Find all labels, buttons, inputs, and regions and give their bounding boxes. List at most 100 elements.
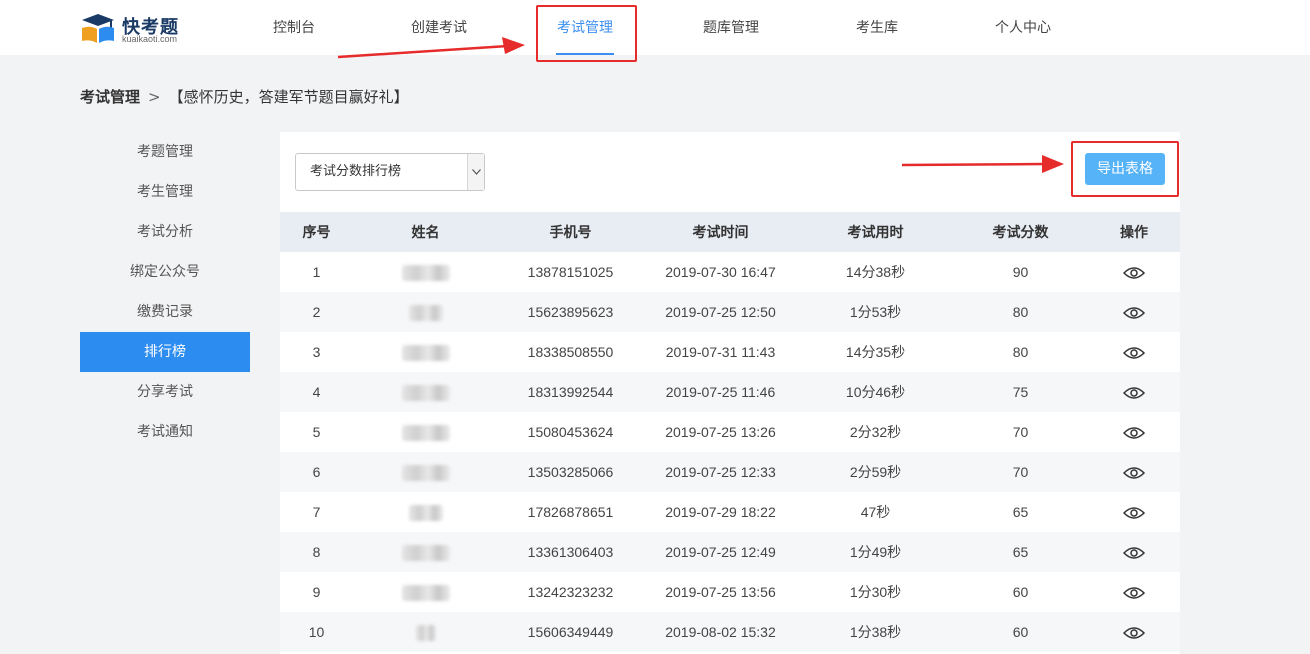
eye-icon[interactable]: [1123, 386, 1145, 400]
breadcrumb: 考试管理 > 【感怀历史，答建军节题目赢好礼】: [80, 86, 409, 107]
sidebar-item-leaderboard[interactable]: 排行榜: [80, 332, 250, 372]
cell-name: [353, 252, 498, 292]
eye-icon[interactable]: [1123, 306, 1145, 320]
table-row: 8 13361306403 2019-07-25 12:49 1分49秒 65: [280, 532, 1180, 572]
cell-actions: [1088, 532, 1180, 572]
cell-score: 65: [953, 532, 1088, 572]
cell-actions: [1088, 252, 1180, 292]
redacted-name: [415, 624, 436, 641]
cell-score: 65: [1012, 504, 1029, 520]
cell-duration: 1分49秒: [798, 532, 953, 572]
ranking-type-select[interactable]: 考试分数排行榜: [295, 153, 485, 191]
cell-score: 70: [953, 452, 1088, 492]
breadcrumb-root[interactable]: 考试管理: [80, 88, 140, 106]
cell-time: 2019-07-25 11:46: [643, 372, 798, 412]
column-header-phone: 手机号: [498, 212, 643, 252]
cell-score: 60: [953, 612, 1088, 652]
cell-time: 2019-07-25 13:56: [665, 584, 776, 600]
redacted-name: [408, 504, 443, 521]
cell-score: 80: [1012, 344, 1029, 360]
table-row: 3 18338508550 2019-07-31 11:43 14分35秒 80: [280, 332, 1180, 372]
export-table-button[interactable]: 导出表格: [1085, 153, 1165, 185]
nav-personal-center[interactable]: 个人中心: [994, 0, 1052, 55]
table-row: 6 13503285066 2019-07-25 12:33 2分59秒 70: [280, 452, 1180, 492]
cell-index: 8: [280, 532, 353, 572]
table-row: 5 15080453624 2019-07-25 13:26 2分32秒 70: [280, 412, 1180, 452]
table-row: 2 15623895623 2019-07-25 12:50 1分53秒 80: [280, 292, 1180, 332]
cell-phone: 13361306403: [498, 532, 643, 572]
eye-icon[interactable]: [1123, 266, 1145, 280]
nav-exam-management[interactable]: 考试管理: [556, 0, 614, 55]
cell-time: 2019-07-25 12:49: [643, 532, 798, 572]
redacted-name: [401, 544, 450, 561]
cell-time: 2019-07-25 13:26: [665, 424, 776, 440]
redacted-name: [401, 264, 450, 281]
table-row: 10 15606349449 2019-08-02 15:32 1分38秒 60: [280, 612, 1180, 652]
sidebar: 考题管理 考生管理 考试分析 绑定公众号 缴费记录 排行榜 分享考试 考试通知: [80, 132, 250, 452]
eye-icon[interactable]: [1123, 426, 1145, 440]
breadcrumb-current: 【感怀历史，答建军节题目赢好礼】: [168, 88, 409, 106]
column-header-score: 考试分数: [953, 212, 1088, 252]
cell-actions: [1088, 292, 1180, 332]
cell-phone: 15623895623: [498, 292, 643, 332]
cell-name: [353, 572, 498, 612]
top-header: 快考题 kuaikaoti.com 控制台 创建考试 考试管理 题库管理 考生库…: [0, 0, 1310, 55]
select-toggle[interactable]: [467, 154, 484, 190]
redacted-name: [401, 384, 450, 401]
cell-actions: [1088, 332, 1180, 372]
cell-name: [353, 532, 498, 572]
sidebar-item-share[interactable]: 分享考试: [80, 372, 250, 412]
chevron-down-icon: [472, 169, 481, 175]
sidebar-item-notification[interactable]: 考试通知: [80, 412, 250, 452]
redacted-name: [401, 584, 450, 601]
eye-icon[interactable]: [1123, 506, 1145, 520]
cell-index: 4: [280, 372, 353, 412]
table-row: 9 13242323232 2019-07-25 13:56 1分30秒 60: [280, 572, 1180, 612]
cell-duration: 14分35秒: [845, 344, 906, 360]
cell-duration: 2分32秒: [849, 424, 902, 440]
nav-dashboard[interactable]: 控制台: [272, 0, 316, 55]
cell-duration: 10分46秒: [798, 372, 953, 412]
sidebar-item-wechat[interactable]: 绑定公众号: [80, 252, 250, 292]
sidebar-item-payments[interactable]: 缴费记录: [80, 292, 250, 332]
sidebar-item-candidates[interactable]: 考生管理: [80, 172, 250, 212]
nav-create-exam[interactable]: 创建考试: [410, 0, 468, 55]
cell-time: 2019-07-29 18:22: [665, 504, 776, 520]
cell-score: 75: [953, 372, 1088, 412]
sidebar-item-questions[interactable]: 考题管理: [80, 132, 250, 172]
redacted-name: [408, 304, 443, 321]
eye-icon[interactable]: [1123, 626, 1145, 640]
breadcrumb-separator: >: [148, 88, 161, 106]
table-header-row: 序号 姓名 手机号 考试时间 考试用时 考试分数 操作: [280, 212, 1180, 252]
cell-phone: 15606349449: [498, 612, 643, 652]
cell-phone: 15080453624: [527, 424, 614, 440]
nav-question-bank[interactable]: 题库管理: [702, 0, 760, 55]
cell-name: [353, 292, 498, 332]
cell-time: 2019-07-25 12:50: [643, 292, 798, 332]
table-row: 4 18313992544 2019-07-25 11:46 10分46秒 75: [280, 372, 1180, 412]
eye-icon[interactable]: [1123, 586, 1145, 600]
eye-icon[interactable]: [1123, 466, 1145, 480]
leaderboard-panel: 考试分数排行榜 导出表格 序号 姓名 手机号 考试时间 考试用时 考试分数 操作…: [280, 132, 1180, 654]
leaderboard-table: 序号 姓名 手机号 考试时间 考试用时 考试分数 操作 1 1387815102…: [280, 212, 1180, 652]
cell-time: 2019-07-30 16:47: [665, 264, 776, 280]
cell-duration: 14分38秒: [845, 264, 906, 280]
eye-icon[interactable]: [1123, 346, 1145, 360]
redacted-name: [401, 424, 450, 441]
column-header-duration: 考试用时: [798, 212, 953, 252]
cell-actions: [1088, 572, 1180, 612]
cell-actions: [1088, 492, 1180, 532]
eye-icon[interactable]: [1123, 546, 1145, 560]
cell-name: [353, 412, 498, 452]
cell-phone: 18313992544: [498, 372, 643, 412]
cell-duration: 2分59秒: [798, 452, 953, 492]
cell-index: 5: [312, 424, 321, 440]
cell-index: 7: [312, 504, 321, 520]
table-row: 7 17826878651 2019-07-29 18:22 47秒 65: [280, 492, 1180, 532]
nav-candidate-library[interactable]: 考生库: [854, 0, 900, 55]
logo[interactable]: 快考题 kuaikaoti.com: [80, 12, 190, 46]
redacted-name: [401, 344, 450, 361]
cell-index: 2: [280, 292, 353, 332]
cell-phone: 13503285066: [498, 452, 643, 492]
sidebar-item-analysis[interactable]: 考试分析: [80, 212, 250, 252]
